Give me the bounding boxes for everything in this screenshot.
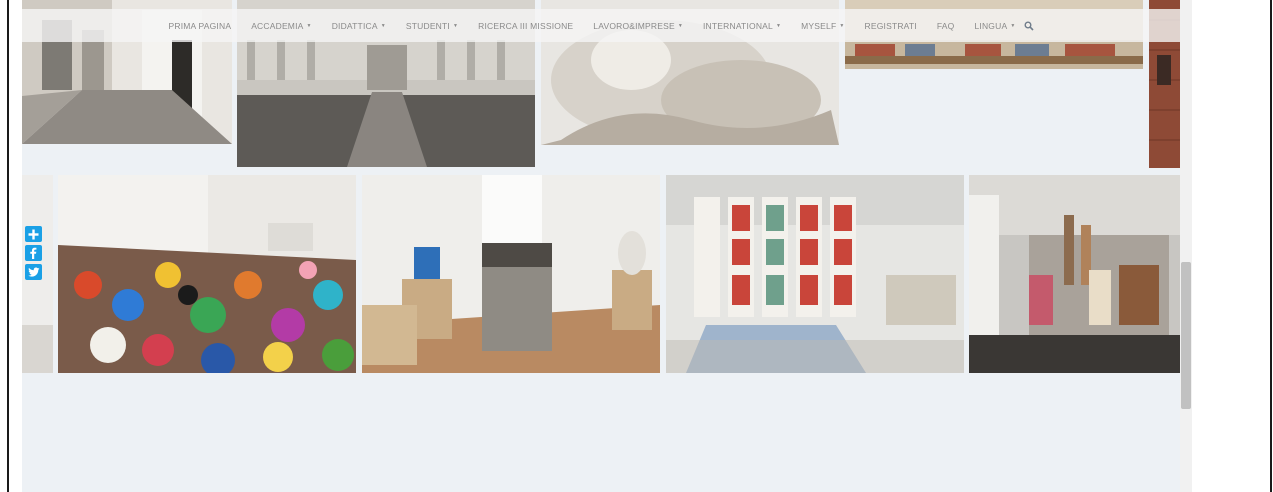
caret-down-icon: ▼	[775, 22, 782, 29]
caret-down-icon: ▼	[677, 22, 683, 29]
nav-item-label: DIDATTICA	[331, 20, 378, 31]
nav-item-registrati[interactable]: REGISTRATI	[865, 21, 917, 31]
nav-item-ricerca[interactable]: RICERCA III MISSIONE	[478, 21, 573, 31]
plus-icon	[28, 229, 39, 239]
gallery-photo-plastic-floor[interactable]	[58, 175, 356, 373]
gallery-photo-stone-sculpture-studio[interactable]	[362, 175, 660, 373]
nav-item-label: LINGUA	[974, 20, 1008, 31]
caret-down-icon: ▼	[380, 22, 386, 29]
nav-item-label: REGISTRATI	[864, 20, 917, 31]
window-border-right	[1270, 0, 1272, 492]
search-icon[interactable]	[1024, 21, 1034, 31]
nav-item-myself[interactable]: MYSELF ▼	[801, 21, 844, 31]
nav-item-label: STUDENTI	[405, 20, 450, 31]
nav-item-lingua[interactable]: LINGUA ▼	[974, 21, 1015, 31]
gallery-photo-prints-exhibition[interactable]	[666, 175, 964, 373]
top-navbar: PRIMA PAGINA ACCADEMIA ▼ DIDATTICA ▼ STU…	[22, 9, 1180, 42]
nav-item-label: MYSELF	[801, 20, 837, 31]
nav-item-label: PRIMA PAGINA	[168, 20, 232, 31]
nav-item-international[interactable]: INTERNATIONAL ▼	[703, 21, 781, 31]
share-twitter-button[interactable]	[25, 264, 42, 280]
scrollbar-track[interactable]	[1180, 0, 1192, 492]
share-plus-button[interactable]	[25, 226, 42, 242]
twitter-icon	[27, 267, 39, 277]
share-facebook-button[interactable]	[25, 245, 42, 261]
nav-item-didattica[interactable]: DIDATTICA ▼	[332, 21, 386, 31]
caret-down-icon: ▼	[306, 22, 312, 29]
nav-item-label: FAQ	[936, 20, 955, 31]
gallery-photo-fashion-exhibition[interactable]	[969, 175, 1180, 373]
window-border-left	[7, 0, 9, 492]
nav-item-label: INTERNATIONAL	[702, 20, 773, 31]
nav-item-faq[interactable]: FAQ	[937, 21, 955, 31]
caret-down-icon: ▼	[1010, 22, 1016, 29]
nav-item-label: LAVORO&IMPRESE	[593, 20, 675, 31]
nav-item-studenti[interactable]: STUDENTI ▼	[406, 21, 458, 31]
nav-item-label: RICERCA III MISSIONE	[478, 20, 574, 31]
nav-item-label: ACCADEMIA	[251, 20, 304, 31]
caret-down-icon: ▼	[839, 22, 845, 29]
share-bar	[25, 226, 43, 280]
nav-item-lavoro-imprese[interactable]: LAVORO&IMPRESE ▼	[593, 21, 683, 31]
scrollbar-thumb[interactable]	[1181, 262, 1191, 409]
nav-item-accademia[interactable]: ACCADEMIA ▼	[251, 21, 312, 31]
caret-down-icon: ▼	[452, 22, 459, 29]
nav-item-prima-pagina[interactable]: PRIMA PAGINA	[168, 21, 231, 31]
facebook-icon	[30, 247, 37, 259]
